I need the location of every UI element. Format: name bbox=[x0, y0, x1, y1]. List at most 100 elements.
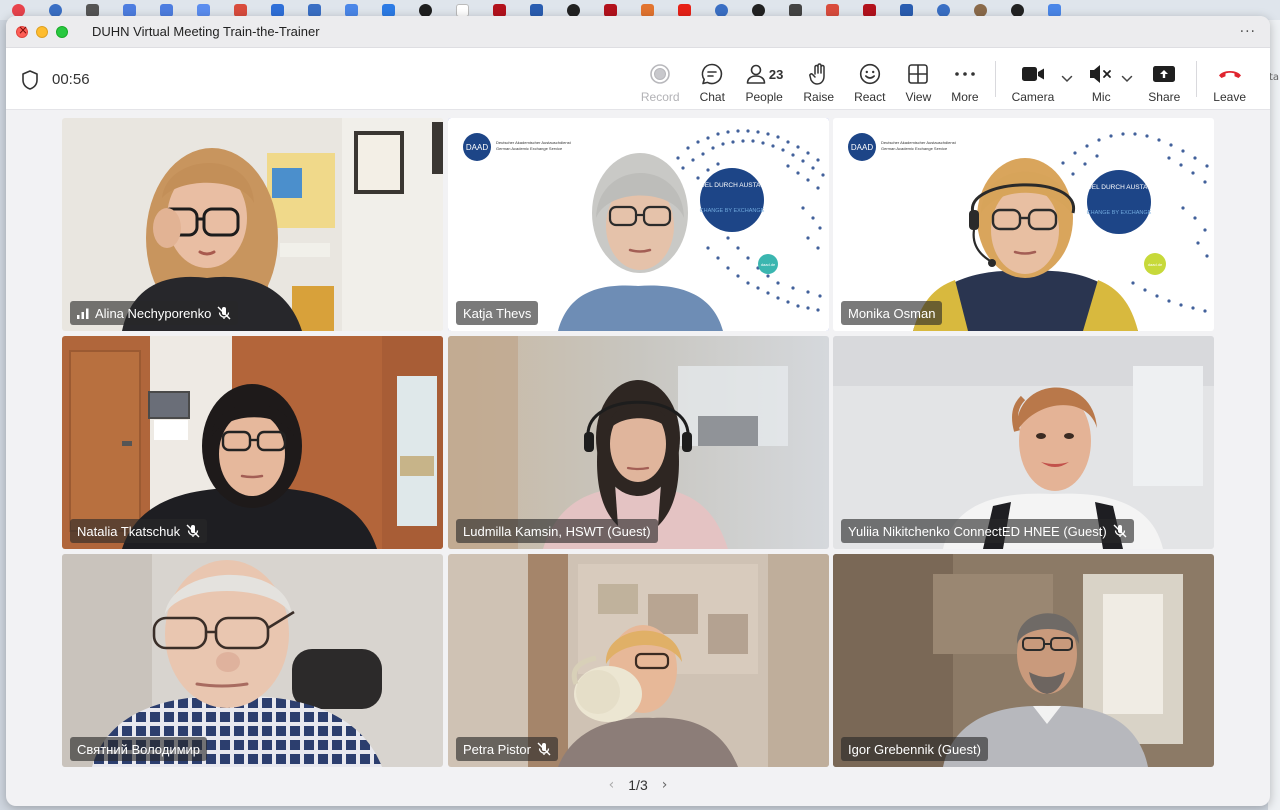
hand-icon bbox=[808, 63, 825, 85]
toolbar-actions: Record Chat 23 People Raise React View M… bbox=[631, 48, 1256, 110]
participant-tile[interactable]: Igor Grebennik (Guest) bbox=[833, 554, 1214, 767]
people-button[interactable]: 23 People bbox=[735, 54, 793, 104]
video-gallery: Alina Nechyporenko WANDEL DURCH AUSTAUSC… bbox=[62, 118, 1214, 768]
participant-name-tag: Natalia Tkatschuk bbox=[70, 519, 208, 543]
mic-muted-icon bbox=[186, 524, 200, 538]
slide-circle-text: WANDEL DURCH AUSTAUSCH bbox=[685, 182, 779, 189]
raise-hand-button[interactable]: Raise bbox=[793, 54, 844, 104]
participant-name: Monika Osman bbox=[848, 305, 936, 321]
participant-name-tag: Alina Nechyporenko bbox=[70, 301, 239, 325]
participant-name-tag: Katja Thevs bbox=[456, 301, 539, 325]
slide-badge: daad.de bbox=[761, 262, 776, 267]
camera-options-chevron[interactable] bbox=[1058, 54, 1076, 104]
slide-circle-subtext: CHANGE BY EXCHANGE bbox=[700, 208, 765, 214]
meeting-toolbar: 00:56 Record Chat 23 People Raise React … bbox=[6, 48, 1270, 110]
participant-video bbox=[448, 336, 829, 549]
next-page-icon[interactable]: › bbox=[662, 777, 668, 793]
participant-tile[interactable]: Alina Nechyporenko bbox=[62, 118, 443, 331]
chevron-down-icon bbox=[1062, 75, 1073, 83]
participant-video: WANDEL DURCH AUSTAUSCH CHANGE BY EXCHANG… bbox=[833, 118, 1214, 331]
title-bar: DUHN Virtual Meeting Train-the-Trainer ·… bbox=[6, 16, 1270, 48]
participant-video bbox=[62, 554, 443, 767]
participant-name: Natalia Tkatschuk bbox=[77, 523, 181, 539]
mic-label: Mic bbox=[1091, 90, 1111, 104]
mic-options-chevron[interactable] bbox=[1118, 54, 1136, 104]
participant-tile[interactable]: Ludmilla Kamsin, HSWT (Guest) bbox=[448, 336, 829, 549]
record-button[interactable]: Record bbox=[631, 54, 690, 104]
participant-video bbox=[448, 554, 829, 767]
maximize-window-button[interactable] bbox=[56, 25, 68, 38]
record-label: Record bbox=[640, 90, 680, 104]
slide-org-line2: German Academic Exchange Service bbox=[496, 146, 563, 151]
participant-name: Alina Nechyporenko bbox=[95, 305, 212, 321]
participant-tile-active[interactable]: WANDEL DURCH AUSTAUSCH CHANGE BY EXCHANG… bbox=[448, 118, 829, 331]
participant-name: Святний Володимир bbox=[77, 741, 201, 757]
slide-badge: daad.de bbox=[1148, 262, 1163, 267]
window-title: DUHN Virtual Meeting Train-the-Trainer bbox=[92, 24, 320, 39]
grid-view-icon bbox=[908, 64, 929, 84]
slide-org-line1: Deutscher Akademischer Austauschdienst bbox=[881, 140, 957, 145]
leave-label: Leave bbox=[1213, 90, 1246, 104]
background-window-text: ta bbox=[1269, 72, 1280, 83]
toolbar-separator bbox=[1196, 61, 1198, 97]
record-icon bbox=[650, 64, 671, 84]
speaker-muted-icon bbox=[1090, 65, 1112, 83]
close-window-button[interactable] bbox=[16, 23, 28, 38]
chevron-down-icon bbox=[1122, 75, 1133, 83]
window-controls bbox=[16, 23, 68, 38]
participant-video bbox=[62, 336, 443, 549]
share-button[interactable]: Share bbox=[1138, 54, 1190, 104]
raise-label: Raise bbox=[803, 90, 835, 104]
daad-logo: DAAD bbox=[851, 143, 873, 152]
view-button[interactable]: View bbox=[895, 54, 941, 104]
participant-name: Ludmilla Kamsin, HSWT (Guest) bbox=[463, 523, 651, 539]
camera-label: Camera bbox=[1011, 90, 1055, 104]
participant-name-tag: Ludmilla Kamsin, HSWT (Guest) bbox=[456, 519, 658, 543]
slide-circle-subtext: CHANGE BY EXCHANGE bbox=[1087, 210, 1152, 216]
page-indicator: 1/3 bbox=[628, 777, 648, 793]
daad-logo: DAAD bbox=[466, 143, 488, 152]
chat-button[interactable]: Chat bbox=[690, 54, 735, 104]
participant-name: Yuliia Nikitchenko ConnectED HNEE (Guest… bbox=[848, 523, 1107, 539]
meeting-window: DUHN Virtual Meeting Train-the-Trainer ·… bbox=[6, 16, 1270, 806]
camera-button[interactable]: Camera bbox=[1002, 54, 1065, 104]
participant-tile[interactable]: Yuliia Nikitchenko ConnectED HNEE (Guest… bbox=[833, 336, 1214, 549]
video-camera-icon bbox=[1021, 67, 1044, 81]
ellipsis-icon[interactable]: ··· bbox=[1240, 24, 1256, 40]
participant-name-tag: Святний Володимир bbox=[70, 737, 208, 761]
slide-circle-text: WANDEL DURCH AUSTAUSCH bbox=[1072, 184, 1166, 191]
smiley-icon bbox=[859, 63, 880, 85]
react-button[interactable]: React bbox=[844, 54, 895, 104]
share-label: Share bbox=[1148, 90, 1181, 104]
more-button[interactable]: More bbox=[941, 54, 988, 104]
hang-up-phone-icon bbox=[1218, 71, 1241, 78]
person-icon bbox=[746, 64, 766, 84]
people-count: 23 bbox=[768, 66, 784, 82]
participant-name-tag: Yuliia Nikitchenko ConnectED HNEE (Guest… bbox=[841, 519, 1134, 543]
participant-name-tag: Petra Pistor bbox=[456, 737, 558, 761]
react-label: React bbox=[854, 90, 886, 104]
previous-page-icon[interactable]: ‹ bbox=[609, 777, 615, 793]
people-label: People bbox=[745, 90, 783, 104]
gallery-pagination: ‹ 1/3 › bbox=[6, 773, 1270, 797]
shield-icon[interactable] bbox=[20, 69, 40, 91]
signal-bars-icon bbox=[77, 308, 89, 319]
slide-org-line2: German Academic Exchange Service bbox=[881, 146, 948, 151]
participant-tile[interactable]: Petra Pistor bbox=[448, 554, 829, 767]
participant-name: Katja Thevs bbox=[463, 305, 532, 321]
share-screen-icon bbox=[1153, 66, 1176, 82]
participant-tile[interactable]: WANDEL DURCH AUSTAUSCH CHANGE BY EXCHANG… bbox=[833, 118, 1214, 331]
participant-tile[interactable]: Natalia Tkatschuk bbox=[62, 336, 443, 549]
mic-muted-icon bbox=[217, 306, 231, 320]
leave-button[interactable]: Leave bbox=[1203, 54, 1256, 104]
participant-name: Petra Pistor bbox=[463, 741, 531, 757]
participant-name-tag: Igor Grebennik (Guest) bbox=[841, 737, 988, 761]
participant-video: WANDEL DURCH AUSTAUSCH CHANGE BY EXCHANG… bbox=[448, 118, 829, 331]
view-label: View bbox=[905, 90, 932, 104]
participant-tile[interactable]: Святний Володимир bbox=[62, 554, 443, 767]
minimize-window-button[interactable] bbox=[36, 25, 48, 38]
mic-muted-icon bbox=[537, 742, 551, 756]
participant-name: Igor Grebennik (Guest) bbox=[848, 741, 981, 757]
mic-muted-icon bbox=[1113, 524, 1127, 538]
participant-name-tag: Monika Osman bbox=[841, 301, 943, 325]
